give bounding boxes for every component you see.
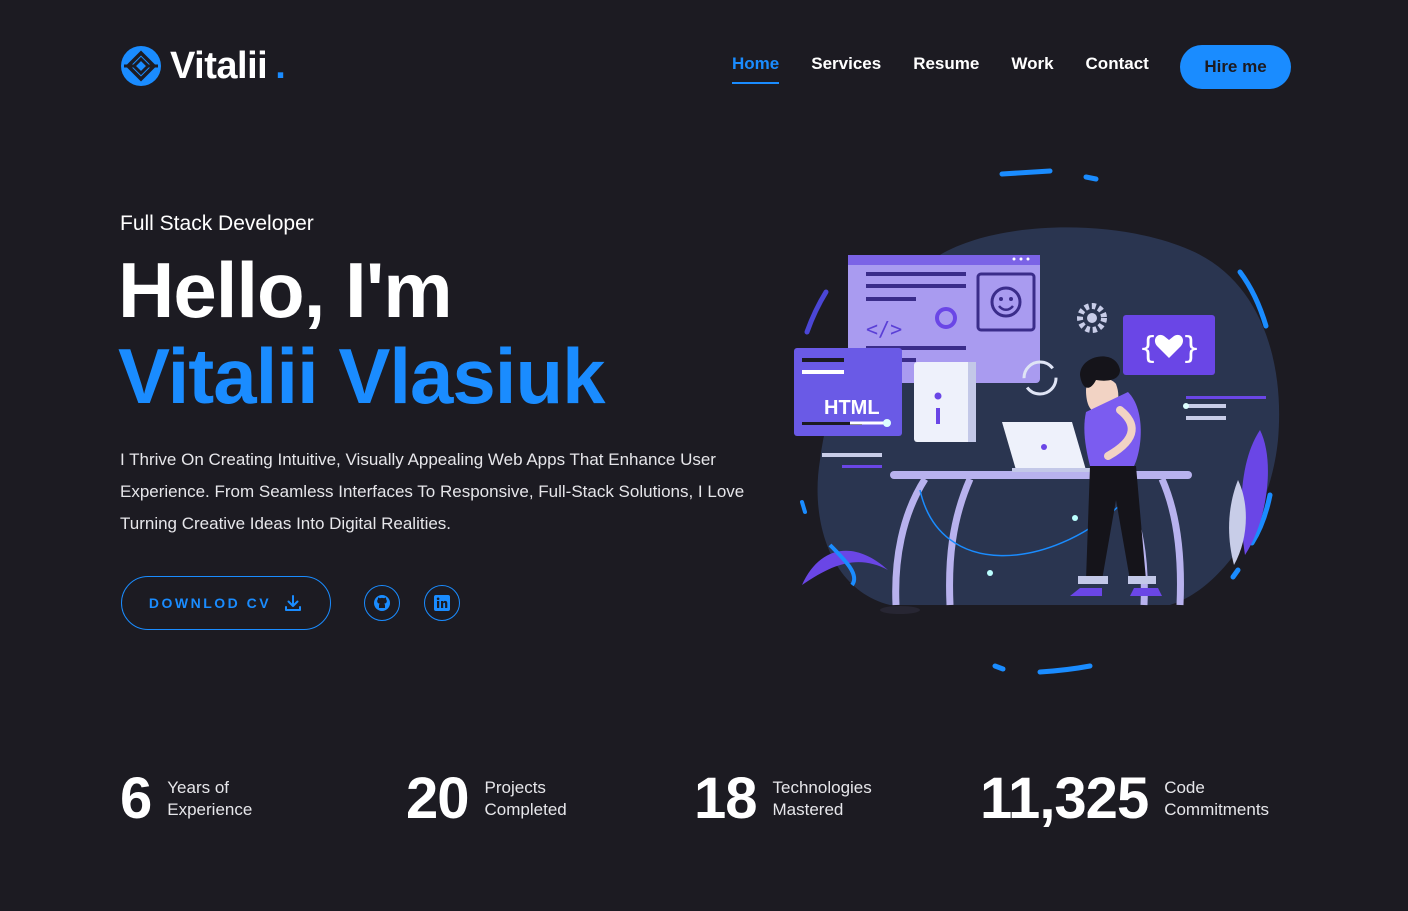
stat-projects: 20 Projects Completed xyxy=(406,770,625,828)
nav-home[interactable]: Home xyxy=(732,54,780,84)
svg-text:</>: </> xyxy=(866,317,902,341)
developer-illustration: </> HTML { } xyxy=(794,168,1280,675)
brand-logo[interactable]: Vitalii. xyxy=(120,44,286,88)
download-icon xyxy=(285,595,302,611)
main-nav: Home Services Resume Work Contact xyxy=(732,54,1149,84)
stat-label: Code Commitments xyxy=(1164,778,1270,819)
github-link[interactable] xyxy=(364,585,400,621)
hero-name: Vitalii Vlasiuk xyxy=(118,332,605,420)
github-icon xyxy=(374,595,390,611)
download-cv-label: DOWNLOD CV xyxy=(148,595,272,611)
linkedin-link[interactable] xyxy=(424,585,460,621)
nav-contact[interactable]: Contact xyxy=(1086,54,1149,84)
nav-resume[interactable]: Resume xyxy=(913,54,979,84)
stat-number: 18 xyxy=(694,766,758,831)
stat-number: 11,325 xyxy=(980,766,1149,831)
stat-label: Technologies Mastered xyxy=(772,778,872,819)
stat-label: Years of Experience xyxy=(167,778,253,819)
hero-description: I Thrive On Creating Intuitive, Visually… xyxy=(120,450,745,533)
stat-number: 20 xyxy=(406,766,470,831)
stat-experience: 6 Years of Experience xyxy=(120,770,307,828)
hire-me-button[interactable]: Hire me xyxy=(1180,45,1291,89)
stat-technologies: 18 Technologies Mastered xyxy=(694,770,913,828)
svg-text:{: { xyxy=(1139,331,1157,366)
stat-number: 6 xyxy=(120,766,152,831)
download-cv-button[interactable]: DOWNLOD CV xyxy=(121,576,331,630)
hero-greeting: Hello, I'm xyxy=(118,246,453,334)
nav-services[interactable]: Services xyxy=(811,54,881,84)
stat-label: Projects Completed xyxy=(484,778,567,819)
linkedin-icon xyxy=(434,595,450,611)
nav-work[interactable]: Work xyxy=(1011,54,1053,84)
html-card-label: HTML xyxy=(824,397,880,419)
hero-subtitle: Full Stack Developer xyxy=(120,212,314,235)
brand-name: Vitalii xyxy=(170,45,268,87)
logo-icon xyxy=(121,46,161,86)
brand-dot: . xyxy=(275,45,286,87)
stat-commits: 11,325 Code Commitments xyxy=(980,770,1294,828)
svg-text:}: } xyxy=(1182,331,1200,366)
